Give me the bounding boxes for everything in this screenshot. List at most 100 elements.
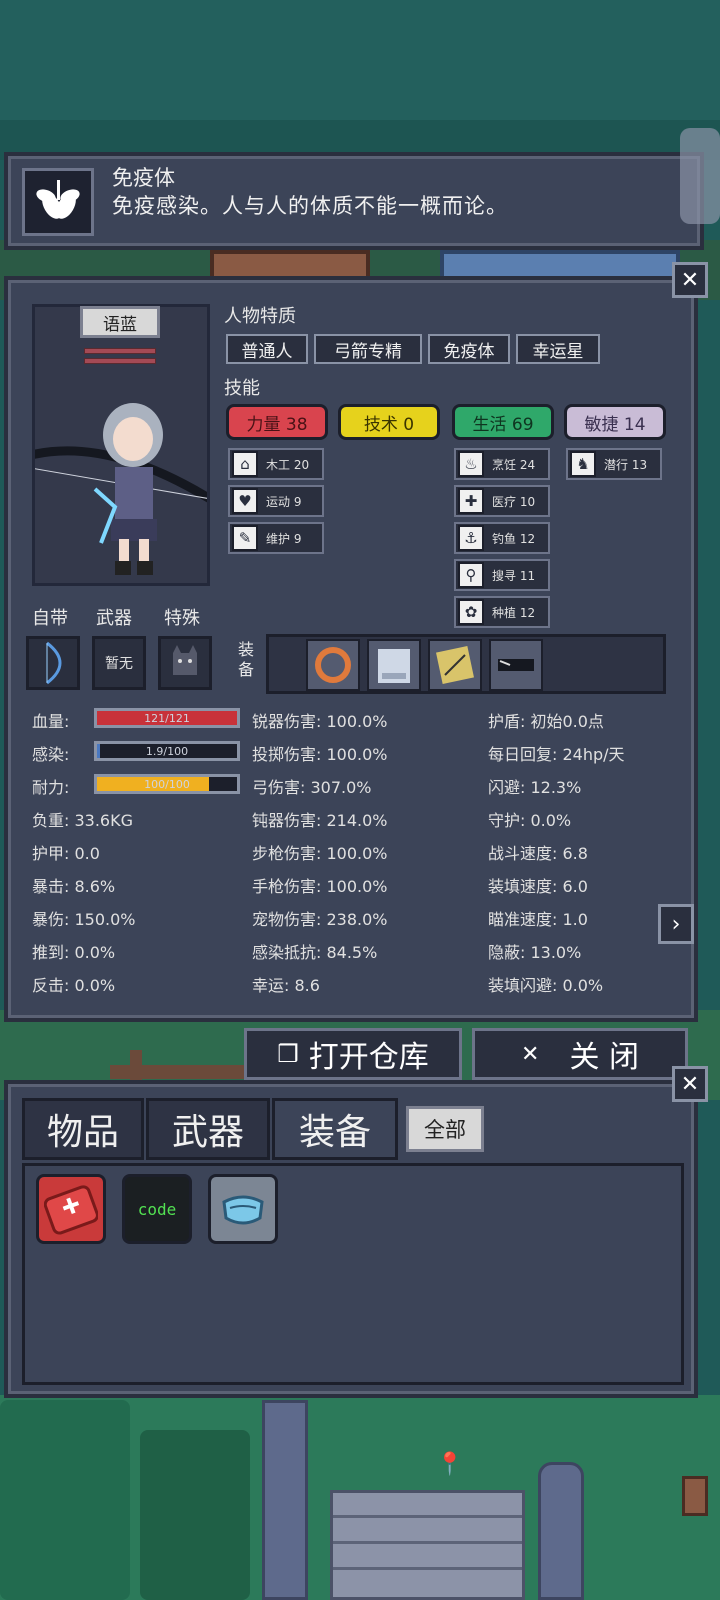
sub-skill-maintenance[interactable]: ✎ 维护 9 xyxy=(228,522,324,554)
equipment-slot[interactable] xyxy=(489,639,543,691)
sub-skill-cooking[interactable]: ♨ 烹饪 24 xyxy=(454,448,550,480)
stat-dodge: 闪避: 12.3% xyxy=(488,778,582,797)
equipment-slot[interactable] xyxy=(428,639,482,691)
pot-icon: ♨ xyxy=(458,451,484,477)
open-storage-button[interactable]: ❒ 打开仓库 xyxy=(244,1028,462,1080)
stat-pistol-damage: 手枪伤害: 100.0% xyxy=(252,877,388,896)
close-button[interactable]: ✕ 关 闭 xyxy=(472,1028,688,1080)
tab-equipment[interactable]: 装备 xyxy=(272,1098,398,1160)
trait-tag[interactable]: 弓箭专精 xyxy=(314,334,422,364)
stat-daily-regen: 每日回复: 24hp/天 xyxy=(488,745,625,764)
traits-heading: 人物特质 xyxy=(224,306,296,327)
close-icon: ✕ xyxy=(680,1071,700,1097)
skill-life[interactable]: 生活 69 xyxy=(452,404,554,440)
tree-stump xyxy=(682,1476,708,1516)
hp-value: 121/121 xyxy=(144,711,190,725)
stat-rifle-damage: 步枪伤害: 100.0% xyxy=(252,844,388,863)
trait-tag[interactable]: 普通人 xyxy=(226,334,308,364)
infection-bar: 1.9/100 xyxy=(94,741,240,761)
skill-technique[interactable]: 技术 0 xyxy=(338,404,440,440)
inventory-item[interactable] xyxy=(208,1174,278,1244)
magnifier-icon: ⚲ xyxy=(458,562,484,588)
medkit-icon: ✚ xyxy=(458,488,484,514)
tooltip-description: 免疫感染。人与人的体质不能一概而论。 xyxy=(112,194,508,218)
tooltip-title: 免疫体 xyxy=(112,166,175,190)
wrench-icon: ✎ xyxy=(232,525,258,551)
sub-skill-planting[interactable]: ✿ 种植 12 xyxy=(454,596,550,628)
stat-pet-damage: 宠物伤害: 238.0% xyxy=(252,910,388,929)
tree xyxy=(140,1430,250,1600)
code-book-icon: code xyxy=(137,1199,177,1219)
infection-label: 感染: xyxy=(32,745,70,764)
stone-pillar xyxy=(538,1462,584,1600)
close-character-panel-button[interactable]: ✕ xyxy=(672,262,708,298)
inventory-item[interactable]: code xyxy=(122,1174,192,1244)
stat-infection-resist: 感染抵抗: 84.5% xyxy=(252,943,378,962)
infection-value: 1.9/100 xyxy=(145,744,189,758)
stamina-bar: 100/100 xyxy=(94,774,240,794)
trait-tag[interactable]: 幸运星 xyxy=(516,334,600,364)
stat-guard: 守护: 0.0% xyxy=(488,811,572,830)
face-mask-icon xyxy=(222,1195,264,1225)
location-pin-icon[interactable]: 📍 xyxy=(436,1454,463,1476)
filter-all-button[interactable]: 全部 xyxy=(406,1106,484,1152)
clothing-icon xyxy=(378,649,410,683)
tree xyxy=(0,1400,130,1600)
sub-skill-sports[interactable]: ♥ 运动 9 xyxy=(228,485,324,517)
skill-strength[interactable]: 力量 38 xyxy=(226,404,328,440)
close-icon: ✕ xyxy=(680,267,700,293)
weapon-label: 武器 xyxy=(96,608,132,629)
skill-agility[interactable]: 敏捷 14 xyxy=(564,404,666,440)
scroll-handle[interactable] xyxy=(680,128,720,224)
bow-icon xyxy=(46,641,62,685)
hp-label: 血量: xyxy=(32,712,70,731)
character-portrait xyxy=(7,304,218,586)
sneak-icon: ♞ xyxy=(570,451,596,477)
stat-shield: 护盾: 初始0.0点 xyxy=(488,712,604,731)
equipment-slot[interactable] xyxy=(367,639,421,691)
special-label: 特殊 xyxy=(164,608,200,629)
builtin-bow-slot[interactable] xyxy=(26,636,80,690)
fishing-icon: ⚓ xyxy=(458,525,484,551)
special-slot[interactable] xyxy=(158,636,212,690)
inventory-item[interactable] xyxy=(36,1174,106,1244)
skills-heading: 技能 xyxy=(224,378,260,399)
stone-pillar xyxy=(262,1400,308,1600)
name-bar xyxy=(84,348,156,354)
character-name: 语蓝 xyxy=(80,306,160,338)
tab-weapons[interactable]: 武器 xyxy=(146,1098,270,1160)
sub-skill-stealth[interactable]: ♞ 潜行 13 xyxy=(566,448,662,480)
next-page-button[interactable]: › xyxy=(658,904,694,944)
equipment-label: 装备 xyxy=(238,640,255,679)
sub-skill-searching[interactable]: ⚲ 搜寻 11 xyxy=(454,559,550,591)
stat-blunt-damage: 钝器伤害: 214.0% xyxy=(252,811,388,830)
stat-crit: 暴击: 8.6% xyxy=(32,877,116,896)
stat-aim-speed: 瞄准速度: 1.0 xyxy=(488,910,588,929)
stat-combat-speed: 战斗速度: 6.8 xyxy=(488,844,588,863)
storage-boxes-icon: ❒ xyxy=(277,1040,299,1068)
background-water xyxy=(0,0,720,160)
stat-reload-speed: 装填速度: 6.0 xyxy=(488,877,588,896)
heart-icon: ♥ xyxy=(232,488,258,514)
hp-bar: 121/121 xyxy=(94,708,240,728)
stat-luck: 幸运: 8.6 xyxy=(252,976,320,995)
stamina-value: 100/100 xyxy=(144,777,190,791)
sub-skill-fishing[interactable]: ⚓ 钓鱼 12 xyxy=(454,522,550,554)
close-inventory-panel-button[interactable]: ✕ xyxy=(672,1066,708,1102)
close-icon: ✕ xyxy=(521,1041,540,1067)
stat-bow-damage: 弓伤害: 307.0% xyxy=(252,778,372,797)
sub-skill-carpentry[interactable]: ⌂ 木工 20 xyxy=(228,448,324,480)
stat-counter: 反击: 0.0% xyxy=(32,976,116,995)
stat-stealth: 隐蔽: 13.0% xyxy=(488,943,582,962)
flower-icon: ✿ xyxy=(458,599,484,625)
stat-crit-damage: 暴伤: 150.0% xyxy=(32,910,136,929)
sub-skill-medical[interactable]: ✚ 医疗 10 xyxy=(454,485,550,517)
chevron-right-icon: › xyxy=(671,911,681,937)
equipment-slot[interactable] xyxy=(306,639,360,691)
tab-items[interactable]: 物品 xyxy=(22,1098,144,1160)
trait-tag[interactable]: 免疫体 xyxy=(428,334,510,364)
weapon-slot[interactable]: 暂无 xyxy=(92,636,146,690)
stone-steps xyxy=(330,1490,525,1600)
stamina-label: 耐力: xyxy=(32,778,70,797)
stat-armor: 护甲: 0.0 xyxy=(32,844,100,863)
